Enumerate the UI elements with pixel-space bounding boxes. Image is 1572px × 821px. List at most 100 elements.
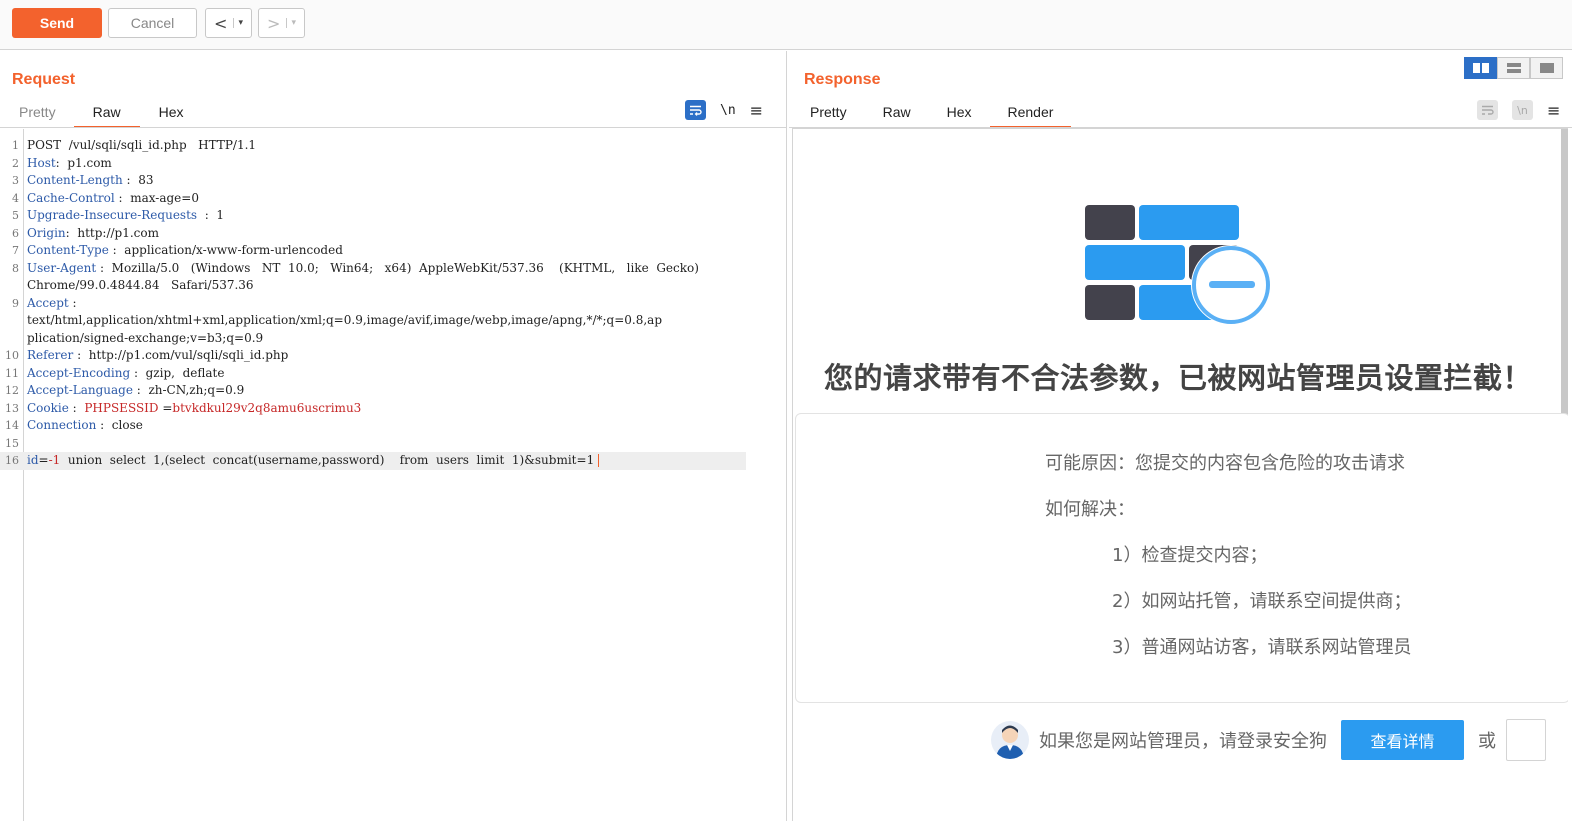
response-view-tools: \n ≡ <box>1477 100 1560 120</box>
line-text: POST /vul/sqli/sqli_id.php HTTP/1.1 <box>27 137 256 155</box>
code-line[interactable]: 6 Origin: http://p1.com <box>0 225 787 243</box>
code-line[interactable]: text/html,application/xhtml+xml,applicat… <box>0 312 787 330</box>
line-number: 11 <box>5 366 19 380</box>
firewall-blocked-icon <box>1085 205 1271 325</box>
tab-pretty[interactable]: Pretty <box>1 98 74 128</box>
request-code[interactable]: 1 POST /vul/sqli/sqli_id.php HTTP/1.1 2 Hos… <box>0 137 787 470</box>
history-forward-button[interactable]: > ▾ <box>258 8 305 38</box>
line-text: id=-1 union select 1,(select concat(user… <box>27 452 600 470</box>
line-text: Content-Length : 83 <box>27 172 153 190</box>
code-token: POST /vul/sqli/sqli_id.php HTTP/1.1 <box>27 138 257 152</box>
code-line[interactable]: 13 Cookie : PHPSESSID =btvkdkul29v2q8amu6… <box>0 400 787 418</box>
code-line[interactable]: 5 Upgrade-Insecure-Requests : 1 <box>0 207 787 225</box>
line-text: Accept : <box>27 295 77 313</box>
menu-icon[interactable]: ≡ <box>750 101 763 120</box>
split-vertical-icon[interactable] <box>1497 57 1530 79</box>
tab-raw[interactable]: Raw <box>73 98 140 128</box>
or-text: 或 <box>1478 731 1496 752</box>
code-line[interactable]: 12 Accept-Language : zh-CN,zh;q=0.9 <box>0 382 787 400</box>
secondary-button[interactable] <box>1506 719 1546 761</box>
show-newlines-icon[interactable]: \n <box>1512 100 1533 120</box>
line-text: Content-Type : application/x-www-form-ur… <box>27 242 343 260</box>
response-title: Response <box>804 71 881 88</box>
show-newlines-icon[interactable]: \n <box>720 103 736 118</box>
line-text: Accept-Language : zh-CN,zh;q=0.9 <box>27 382 244 400</box>
code-line[interactable]: 1 POST /vul/sqli/sqli_id.php HTTP/1.1 <box>0 137 787 155</box>
code-token: Connection <box>27 418 97 432</box>
code-line[interactable]: plication/signed-exchange;v=b3;q=0.9 <box>0 330 787 348</box>
code-line[interactable]: 7 Content-Type : application/x-www-form-u… <box>0 242 787 260</box>
code-line[interactable]: 14 Connection : close <box>0 417 787 435</box>
code-token: = <box>38 453 49 467</box>
tab-pretty[interactable]: Pretty <box>792 98 865 128</box>
cancel-button[interactable]: Cancel <box>108 8 197 38</box>
word-wrap-icon[interactable] <box>1477 100 1498 120</box>
code-line[interactable]: 16 id=-1 union select 1,(select concat(us… <box>0 452 746 470</box>
line-number: 6 <box>12 226 19 240</box>
code-line[interactable]: 9 Accept : <box>0 295 787 313</box>
word-wrap-icon[interactable] <box>685 100 706 120</box>
code-line[interactable]: 10 Referer : http://p1.com/vul/sqli/sqli_… <box>0 347 787 365</box>
raw-editor[interactable]: 1 POST /vul/sqli/sqli_id.php HTTP/1.1 2 Hos… <box>0 129 787 821</box>
code-line[interactable]: 8 User-Agent : Mozilla/5.0 (Windows NT 10… <box>0 260 787 278</box>
request-title: Request <box>12 71 76 88</box>
render-view: 您的请求带有不合法参数，已被网站管理员设置拦截！ 可能原因：您提交的内容包含危险… <box>792 128 1568 821</box>
line-number: 1 <box>12 139 19 152</box>
code-line[interactable]: 2 Host: p1.com <box>0 155 787 173</box>
dropdown-caret-icon[interactable]: ▾ <box>233 18 243 28</box>
code-line[interactable]: 15 <box>0 435 787 453</box>
code-token: PHPSESSID <box>84 400 159 415</box>
code-token: Content-Length <box>27 173 123 187</box>
code-token: User-Agent <box>27 260 97 275</box>
code-line[interactable]: 4 Cache-Control : max-age=0 <box>0 190 787 208</box>
line-number: 15 <box>5 436 19 450</box>
line-text: Referer : http://p1.com/vul/sqli/sqli_id… <box>27 347 288 365</box>
solution-step: 2）如网站托管，请联系空间提供商； <box>1112 591 1412 612</box>
history-back-button[interactable]: < ▾ <box>205 8 252 38</box>
line-text: User-Agent : Mozilla/5.0 (Windows NT 10.… <box>27 260 699 278</box>
code-token: Content-Type <box>27 243 109 257</box>
chevron-left-icon: < <box>214 13 228 33</box>
code-token: text/html,application/xhtml+xml,applicat… <box>27 313 662 327</box>
code-line[interactable]: Chrome/99.0.4844.84 Safari/537.36 <box>0 277 787 295</box>
view-details-button[interactable]: 查看详情 <box>1341 720 1464 760</box>
line-number: 8 <box>12 261 19 275</box>
send-button[interactable]: Send <box>12 8 102 38</box>
code-token: : zh-CN,zh;q=0.9 <box>132 383 245 397</box>
code-token: : application/x-www-form-urlencoded <box>108 243 343 257</box>
tab-raw[interactable]: Raw <box>865 98 929 128</box>
block-heading: 您的请求带有不合法参数，已被网站管理员设置拦截！ <box>823 361 1532 395</box>
line-number: 10 <box>5 349 19 362</box>
code-token: : <box>68 400 85 415</box>
solution-step: 1）检查提交内容； <box>1112 545 1268 566</box>
code-token: Accept-Language <box>27 383 133 397</box>
code-token: : close <box>96 418 143 432</box>
split-horizontal-icon[interactable] <box>1464 57 1497 79</box>
code-line[interactable]: 3 Content-Length : 83 <box>0 172 787 190</box>
line-number: 13 <box>5 401 19 415</box>
request-tabs: Pretty Raw Hex <box>1 98 198 128</box>
repeater-window: Send Cancel < ▾ > ▾ Request Pretty Raw H… <box>0 0 1572 821</box>
code-token: plication/signed-exchange;v=b3;q=0.9 <box>27 330 264 345</box>
tab-hex[interactable]: Hex <box>140 98 198 128</box>
tab-render[interactable]: Render <box>989 98 1072 128</box>
admin-avatar-icon <box>991 721 1029 759</box>
line-text: plication/signed-exchange;v=b3;q=0.9 <box>27 330 263 348</box>
line-number: 3 <box>12 174 19 187</box>
text-cursor <box>598 454 600 467</box>
code-token: union select 1,(select concat(username,p… <box>60 453 595 467</box>
code-line[interactable]: 11 Accept-Encoding : gzip, deflate <box>0 365 787 383</box>
line-text: Cookie : PHPSESSID =btvkdkul29v2q8amu6us… <box>27 400 361 418</box>
line-text: Accept-Encoding : gzip, deflate <box>27 365 224 383</box>
line-text: Chrome/99.0.4844.84 Safari/537.36 <box>27 277 254 295</box>
single-pane-icon[interactable] <box>1530 57 1563 79</box>
code-token: : <box>68 295 77 310</box>
code-token: Origin <box>27 225 66 240</box>
tab-divider <box>0 127 787 128</box>
line-number: 7 <box>12 244 19 257</box>
code-token: : gzip, deflate <box>130 365 225 380</box>
menu-icon[interactable]: ≡ <box>1547 101 1560 120</box>
tab-hex[interactable]: Hex <box>929 98 990 128</box>
dropdown-caret-icon[interactable]: ▾ <box>286 18 296 28</box>
line-number: 12 <box>5 384 19 397</box>
